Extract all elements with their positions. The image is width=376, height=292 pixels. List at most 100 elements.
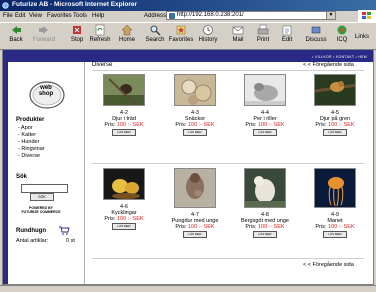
- menu-favorites[interactable]: Favorites: [47, 13, 72, 19]
- menu-view[interactable]: View: [29, 13, 42, 19]
- shopping-cart-icon[interactable]: [58, 226, 70, 235]
- mail-icon: [232, 26, 244, 35]
- read-more-button[interactable]: LÄS MER: [253, 231, 277, 238]
- search-submit-button[interactable]: SÖK: [30, 193, 54, 201]
- product-price: Pris: 100 :- SEK: [94, 122, 154, 128]
- product-image[interactable]: [103, 168, 145, 200]
- price-value: 100 :- SEK: [257, 224, 285, 230]
- history-label: History: [198, 37, 218, 43]
- web-page: • VILLKOR • KONTAKT • HEM web shop Produ…: [2, 49, 374, 285]
- address-bar[interactable]: http://192.168.0.238:201/ ▼: [166, 11, 336, 20]
- home-icon: [121, 24, 133, 36]
- sidebar-item-katter[interactable]: - Katter: [18, 132, 36, 138]
- links-toolbar-button[interactable]: Links: [355, 34, 369, 40]
- history-icon: [203, 25, 213, 35]
- edit-label: Edit: [281, 37, 293, 43]
- product-price: Pris: 100 :- SEK: [235, 224, 295, 230]
- product-card[interactable]: 4-8 Bergsgöt med unge Pris: 100 :- SEK L…: [235, 168, 295, 238]
- read-more-button[interactable]: LÄS MER: [323, 129, 347, 136]
- top-nav-links[interactable]: • VILLKOR • KONTAKT • HEM: [312, 55, 367, 59]
- product-card[interactable]: 4-4 Per i riller Pris: 100 :- SEK LÄS ME…: [235, 74, 295, 136]
- products-heading: Produkter: [16, 117, 45, 123]
- search-input[interactable]: [21, 184, 68, 193]
- toolbar: Back Forward Stop Refresh Home Search Fa…: [0, 22, 376, 50]
- product-image[interactable]: [174, 74, 216, 106]
- menu-edit[interactable]: Edit: [15, 13, 25, 19]
- product-image[interactable]: [314, 74, 356, 106]
- discuss-icon: [311, 26, 321, 34]
- back-label: Back: [9, 37, 23, 43]
- refresh-button[interactable]: Refresh: [86, 24, 114, 43]
- read-more-button[interactable]: LÄS MER: [183, 129, 207, 136]
- price-label: Pris:: [175, 122, 187, 128]
- favorites-label: Favorites: [168, 37, 194, 43]
- product-price: Pris: 100 :- SEK: [305, 224, 365, 230]
- sidebar-item-ringvinar[interactable]: - Ringvinar: [18, 146, 45, 152]
- mail-label: Mail: [232, 37, 244, 43]
- product-image[interactable]: [103, 74, 145, 106]
- address-url[interactable]: http://192.168.0.238:201/: [177, 12, 244, 18]
- search-button[interactable]: Search: [141, 24, 169, 43]
- product-card[interactable]: 4-2 Djur i träd Pris: 100 :- SEK LÄS MER: [94, 74, 154, 136]
- main-content: Diverse < < Föregående sida 4-2 Djur i t…: [85, 62, 373, 284]
- forward-button[interactable]: Forward: [30, 24, 58, 43]
- divider-bottom: [92, 258, 364, 259]
- product-card[interactable]: 4-9 Manet Pris: 100 :- SEK LÄS MER: [305, 168, 365, 238]
- mail-button[interactable]: Mail: [224, 24, 252, 43]
- product-card[interactable]: 4-6 Kycklingar Pris: 100 :- SEK LÄS MER: [94, 168, 154, 230]
- price-value: 100 :- SEK: [187, 122, 215, 128]
- refresh-label: Refresh: [89, 37, 111, 43]
- icq-button[interactable]: ICQ: [328, 24, 356, 43]
- home-button[interactable]: Home: [113, 24, 141, 43]
- discuss-button[interactable]: Discuss: [302, 24, 330, 43]
- menu-tools[interactable]: Tools: [73, 13, 87, 19]
- menu-help[interactable]: Help: [92, 13, 104, 19]
- read-more-button[interactable]: LÄS MER: [183, 231, 207, 238]
- site-header-band: • VILLKOR • KONTAKT • HEM: [3, 50, 373, 62]
- prev-page-link-bottom[interactable]: < < Föregående sida: [303, 262, 354, 268]
- print-icon: [257, 24, 269, 35]
- price-label: Pris:: [245, 122, 257, 128]
- window-title-bar: Futurize AB - Microsoft Internet Explore…: [0, 0, 376, 11]
- price-value: 100 :- SEK: [257, 122, 285, 128]
- product-image[interactable]: [244, 74, 286, 106]
- product-price: Pris: 100 :- SEK: [94, 216, 154, 222]
- cart-heading: Rundhugn: [16, 228, 46, 234]
- sidebar: web shop Produkter - Apor - Katter - Hun…: [8, 62, 85, 284]
- powered-by-text: POWERED BY FUTURIZE COMMERCE: [21, 206, 61, 214]
- prev-page-link-top[interactable]: < < Föregående sida: [303, 62, 354, 68]
- windows-logo-icon: [358, 10, 376, 22]
- product-card[interactable]: 4-3 Snäckor Pris: 100 :- SEK LÄS MER: [165, 74, 225, 136]
- product-image[interactable]: [244, 168, 286, 208]
- price-label: Pris:: [315, 122, 327, 128]
- read-more-button[interactable]: LÄS MER: [112, 129, 136, 136]
- sidebar-item-diverse[interactable]: - Diverse: [18, 153, 40, 159]
- price-label: Pris:: [104, 122, 116, 128]
- read-more-button[interactable]: LÄS MER: [253, 129, 277, 136]
- price-label: Pris:: [245, 224, 257, 230]
- logo-text: web shop: [38, 85, 54, 97]
- icq-label: ICQ: [336, 37, 348, 43]
- edit-button[interactable]: Edit: [273, 24, 301, 43]
- price-value: 100 :- SEK: [327, 224, 355, 230]
- icq-flower-icon: [337, 25, 347, 35]
- window-title: Futurize AB - Microsoft Internet Explore…: [12, 1, 138, 8]
- divider-top: [92, 70, 364, 71]
- home-label: Home: [118, 37, 135, 43]
- sidebar-item-hunder[interactable]: - Hunder: [18, 139, 39, 145]
- product-image[interactable]: [314, 168, 356, 208]
- back-button[interactable]: Back: [2, 24, 30, 43]
- read-more-button[interactable]: LÄS MER: [112, 223, 136, 230]
- product-card[interactable]: 4-7 Pungdur med unge Pris: 100 :- SEK LÄ…: [165, 168, 225, 238]
- search-label: Search: [145, 37, 165, 43]
- history-button[interactable]: History: [194, 24, 222, 43]
- edit-icon: [282, 25, 292, 36]
- cart-count-label: Antal artiklar:: [16, 238, 49, 244]
- chevron-down-icon[interactable]: ▼: [326, 12, 335, 19]
- product-image[interactable]: [174, 168, 216, 208]
- sidebar-item-apor[interactable]: - Apor: [18, 125, 33, 131]
- favorites-button[interactable]: Favorites: [167, 24, 195, 43]
- read-more-button[interactable]: LÄS MER: [323, 231, 347, 238]
- product-card[interactable]: 4-5 Djur på gren Pris: 100 :- SEK LÄS ME…: [305, 74, 365, 136]
- menu-file[interactable]: File: [3, 13, 13, 19]
